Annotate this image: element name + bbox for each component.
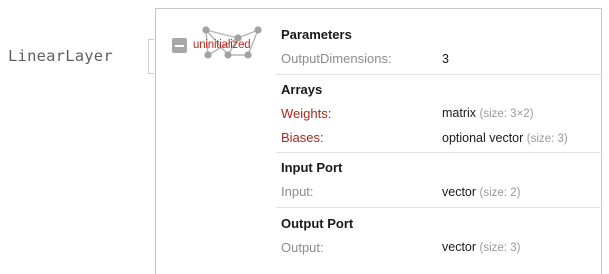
weights-type: matrix xyxy=(442,106,477,120)
uninitialized-status: uninitialized xyxy=(193,39,251,51)
input-size: (size: 2) xyxy=(479,187,521,199)
section-divider xyxy=(276,207,602,208)
output-dimensions-value: 3 xyxy=(442,52,449,66)
output-port-title: Output Port xyxy=(281,216,354,231)
weights-value: matrix (size: 3×2) xyxy=(442,106,534,120)
section-divider xyxy=(276,152,602,153)
biases-size: (size: 3) xyxy=(526,133,568,145)
collapse-toggle-button[interactable] xyxy=(172,38,187,53)
arrays-title: Arrays xyxy=(281,82,323,97)
biases-type: optional vector xyxy=(442,131,524,145)
input-port-title: Input Port xyxy=(281,160,343,175)
parameters-title: Parameters xyxy=(281,27,352,42)
output-type: vector xyxy=(442,240,477,254)
biases-key[interactable]: Biases: xyxy=(281,130,324,145)
left-bracket xyxy=(148,39,154,74)
input-type: vector xyxy=(442,185,477,199)
biases-value: optional vector (size: 3) xyxy=(442,131,568,145)
section-divider xyxy=(276,74,602,75)
input-value: vector (size: 2) xyxy=(442,185,520,199)
weights-size: (size: 3×2) xyxy=(479,108,534,120)
layer-head-label: LinearLayer xyxy=(8,47,113,65)
output-key: Output: xyxy=(281,240,324,255)
weights-key[interactable]: Weights: xyxy=(281,106,331,121)
output-size: (size: 3) xyxy=(479,242,521,254)
output-value: vector (size: 3) xyxy=(442,240,520,254)
input-key: Input: xyxy=(281,184,314,199)
output-dimensions-key: OutputDimensions: xyxy=(281,51,392,66)
